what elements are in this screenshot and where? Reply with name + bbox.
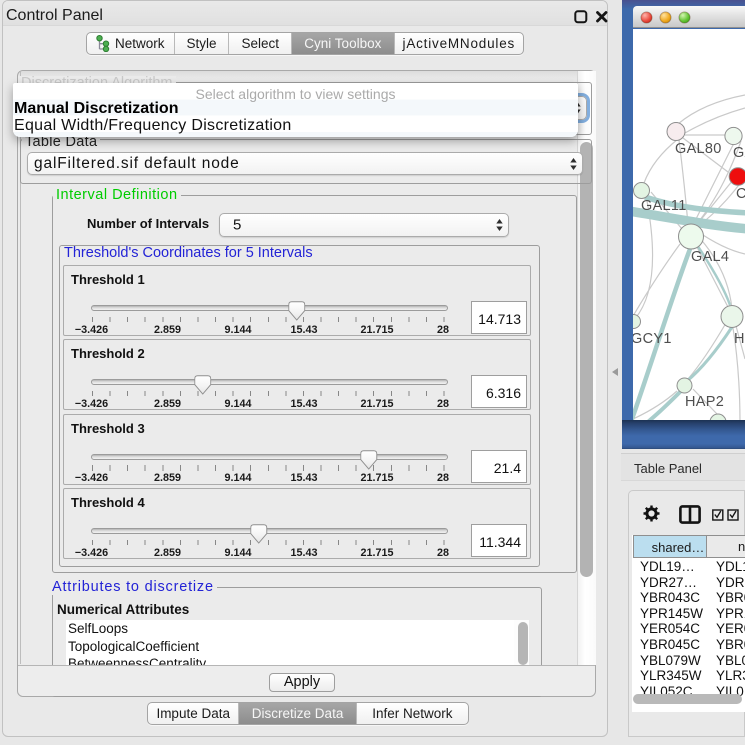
svg-text:C: C (736, 186, 745, 202)
svg-text:GA: GA (733, 145, 745, 161)
svg-text:HAP2: HAP2 (685, 394, 724, 410)
svg-text:GAL4: GAL4 (691, 249, 729, 265)
svg-text:GAL80: GAL80 (675, 141, 722, 157)
svg-text:GAL11: GAL11 (641, 198, 687, 214)
svg-text:GCY1: GCY1 (633, 331, 672, 347)
svg-text:H: H (734, 331, 745, 347)
